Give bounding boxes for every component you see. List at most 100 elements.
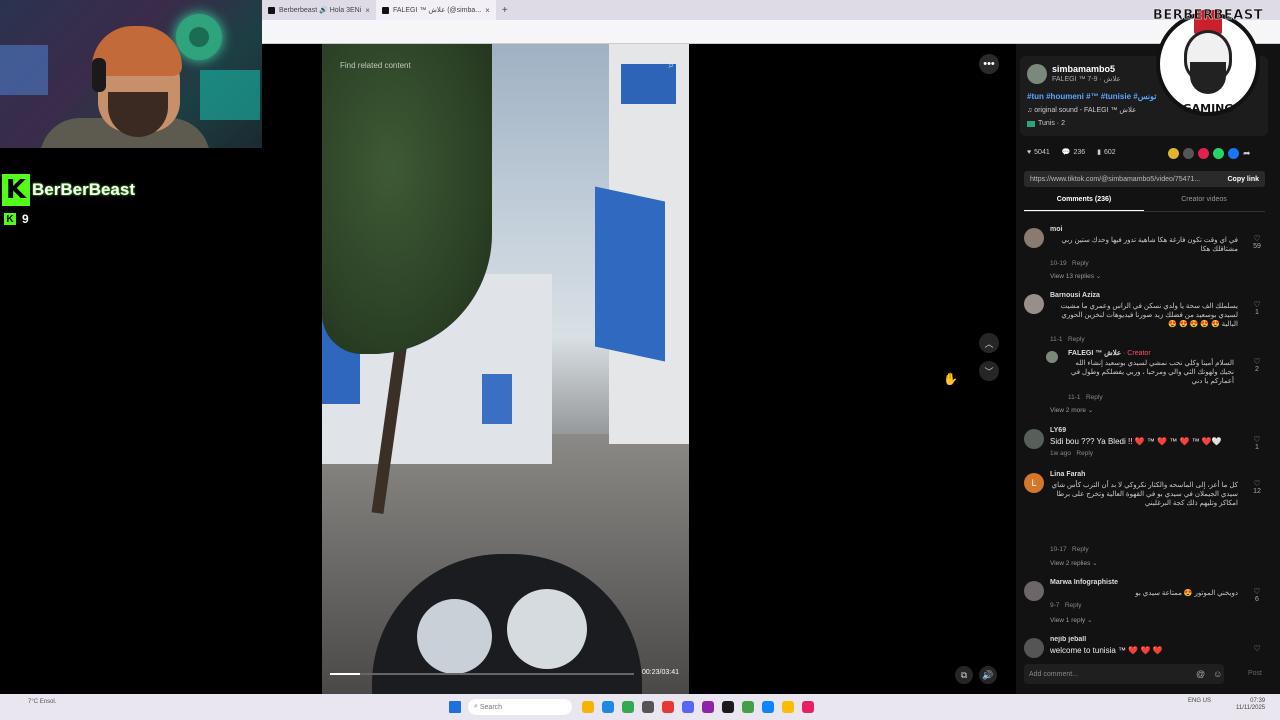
comment-like[interactable]: ♡ 1 xyxy=(1250,300,1264,316)
comment-stat[interactable]: 💬 236 xyxy=(1062,148,1085,157)
reply-button[interactable]: Reply xyxy=(1068,336,1085,343)
commenter-name[interactable]: Lina Farah xyxy=(1050,471,1085,478)
close-tab-icon[interactable]: × xyxy=(365,6,370,15)
commenter-avatar[interactable] xyxy=(1024,429,1044,449)
copy-link-button[interactable]: Copy link xyxy=(1227,176,1259,183)
commenter-name[interactable]: LY69 xyxy=(1050,427,1066,434)
location-label: Tunis · 2 xyxy=(1038,120,1065,127)
chrome-icon[interactable] xyxy=(782,701,794,713)
post-comment-button[interactable]: Post xyxy=(1248,670,1262,677)
heart-icon: ♥ xyxy=(1027,148,1032,156)
taskbar-clock[interactable]: 07:39 11/11/2025 xyxy=(1236,698,1265,712)
comment-like[interactable]: ♡ 6 xyxy=(1250,587,1264,603)
save-stat[interactable]: ▮ 602 xyxy=(1097,148,1116,157)
add-comment-input[interactable]: Add comment... xyxy=(1024,664,1224,684)
view-replies-button[interactable]: View 13 replies ⌄ xyxy=(1050,272,1101,280)
weather-widget[interactable]: 7°C Ensol. xyxy=(28,699,56,706)
video-search-bar[interactable]: Find related content ⌕ xyxy=(336,55,678,75)
tab-falegi[interactable]: FALEGI ™ علاش (@simba... × xyxy=(375,0,496,20)
comment-date: 11-1 xyxy=(1050,336,1063,343)
webcam-overlay xyxy=(0,0,262,148)
comment-like[interactable]: ♡ 12 xyxy=(1250,479,1264,495)
more-options-button[interactable]: ••• xyxy=(979,54,999,74)
reply-button[interactable]: Reply xyxy=(1086,394,1103,401)
app-icon[interactable] xyxy=(742,701,754,713)
file-explorer-icon[interactable] xyxy=(582,701,594,713)
commenter-name[interactable]: Marwa Infographiste xyxy=(1050,579,1118,586)
comment-like[interactable]: ♡ 1 xyxy=(1250,435,1264,451)
mention-icon[interactable]: @ xyxy=(1196,669,1205,679)
app-icon[interactable] xyxy=(802,701,814,713)
share-arrow-icon[interactable]: ➦ xyxy=(1243,148,1254,159)
view-replies-button[interactable]: View 1 reply ⌄ xyxy=(1050,616,1093,624)
video-player[interactable] xyxy=(322,44,689,694)
share-pinterest-icon[interactable] xyxy=(1198,148,1209,159)
taskbar-search[interactable]: ⌕ Search xyxy=(468,699,572,715)
tiktok-favicon-icon xyxy=(268,6,275,14)
comment-like-count: 1 xyxy=(1255,309,1259,316)
previous-video-button[interactable]: ︿ xyxy=(979,333,999,353)
comment-date: 10-17 xyxy=(1050,546,1067,553)
reply-button[interactable]: Reply xyxy=(1072,546,1089,553)
app-icon[interactable] xyxy=(702,701,714,713)
comment-item: moi في اي وقت تكون فارغة هكا شاهية تدور … xyxy=(1024,226,1264,286)
emoji-icon[interactable]: ☺ xyxy=(1213,669,1222,679)
app-icon[interactable] xyxy=(642,701,654,713)
comment-item: LY69 Sidi bou ??? Ya Bledi !! ❤️ ™ ❤️ ™ … xyxy=(1024,427,1264,463)
address-bar[interactable] xyxy=(262,20,1280,44)
view-more-button[interactable]: View 2 more ⌄ xyxy=(1050,406,1093,414)
heart-outline-icon: ♡ xyxy=(1253,435,1261,444)
reply-button[interactable]: Reply xyxy=(1065,602,1082,609)
commenter-avatar[interactable] xyxy=(1024,638,1044,658)
commenter-name[interactable]: nejib jeball xyxy=(1050,636,1086,643)
close-tab-icon[interactable]: × xyxy=(485,6,490,15)
post-hashtags[interactable]: #tun #houmeni #™ #tunisie #تونس xyxy=(1027,92,1156,101)
chrome-icon[interactable] xyxy=(622,701,634,713)
language-indicator[interactable]: ENG US xyxy=(1188,698,1211,705)
share-code-icon[interactable] xyxy=(1183,148,1194,159)
tab-comments[interactable]: Comments (236) xyxy=(1024,196,1144,211)
comment-item: Barnousi Aziza يسلملك الف سحة يا ولدي نس… xyxy=(1024,292,1264,350)
comment-like[interactable]: ♡ xyxy=(1250,644,1264,653)
commenter-avatar[interactable] xyxy=(1024,228,1044,248)
tab-creator-videos[interactable]: Creator videos xyxy=(1144,196,1264,211)
obs-icon[interactable] xyxy=(722,701,734,713)
view-more-row: View 2 more ⌄ xyxy=(1024,406,1264,416)
author-username[interactable]: simbamambo5 xyxy=(1052,64,1115,74)
share-embed-icon[interactable] xyxy=(1168,148,1179,159)
app-icon[interactable] xyxy=(762,701,774,713)
windows-start-icon[interactable] xyxy=(449,701,461,713)
commenter-name[interactable]: FALEGI ™ علاش · Creator xyxy=(1068,349,1151,357)
search-icon[interactable]: ⌕ xyxy=(668,60,674,71)
discord-icon[interactable] xyxy=(682,701,694,713)
reply-button[interactable]: Reply xyxy=(1076,450,1093,457)
author-avatar[interactable] xyxy=(1027,64,1047,84)
floating-player-button[interactable]: ⧉ xyxy=(955,666,973,684)
commenter-avatar[interactable]: L xyxy=(1024,473,1044,493)
comment-tabs: Comments (236) Creator videos xyxy=(1024,196,1265,212)
commenter-avatar[interactable] xyxy=(1024,294,1044,314)
share-facebook-icon[interactable] xyxy=(1228,148,1239,159)
post-sound[interactable]: ♫ original sound - FALEGI ™ علاش xyxy=(1027,106,1136,114)
commenter-avatar[interactable] xyxy=(1024,581,1044,601)
comment-like[interactable]: ♡ 59 xyxy=(1250,234,1264,250)
taskbar-apps xyxy=(582,701,814,713)
video-progress-bar[interactable] xyxy=(330,673,634,675)
comment-like[interactable]: ♡ 2 xyxy=(1250,357,1264,373)
next-video-button[interactable]: ﹀ xyxy=(979,361,999,381)
volume-button[interactable]: 🔊 xyxy=(979,666,997,684)
edge-icon[interactable] xyxy=(602,701,614,713)
reply-button[interactable]: Reply xyxy=(1072,260,1089,267)
new-tab-button[interactable]: + xyxy=(496,5,514,16)
commenter-name[interactable]: Barnousi Aziza xyxy=(1050,292,1100,299)
commenter-name[interactable]: moi xyxy=(1050,226,1062,233)
post-location[interactable]: Tunis · 2 xyxy=(1027,120,1065,127)
share-whatsapp-icon[interactable] xyxy=(1213,148,1224,159)
video-url[interactable]: https://www.tiktok.com/@simbamambo5/vide… xyxy=(1030,176,1200,183)
creator-avatar[interactable] xyxy=(1046,351,1058,363)
comment-date: 1w ago xyxy=(1050,450,1071,457)
view-replies-button[interactable]: View 2 replies ⌄ xyxy=(1050,559,1098,567)
tab-berberbeast[interactable]: Berberbeast 🔊 Hola 3ENi × xyxy=(262,0,376,20)
app-icon[interactable] xyxy=(662,701,674,713)
like-stat[interactable]: ♥ 5041 xyxy=(1027,149,1050,156)
